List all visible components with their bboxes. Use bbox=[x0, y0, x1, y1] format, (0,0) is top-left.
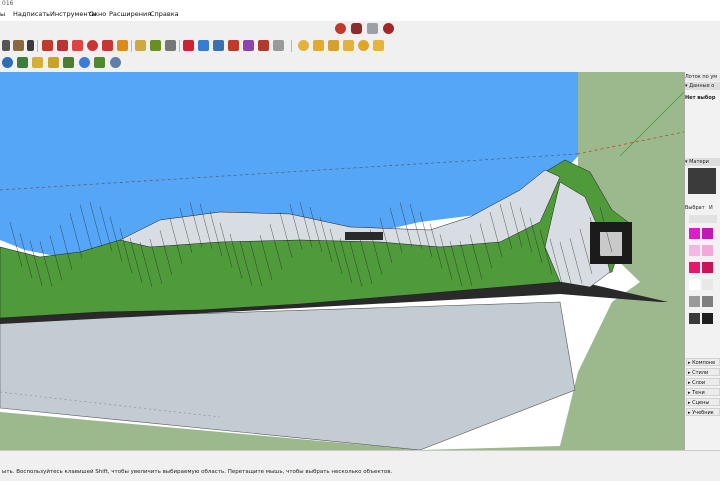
material-swatch[interactable] bbox=[702, 279, 713, 290]
follow-me-icon[interactable] bbox=[87, 40, 98, 51]
rotate-icon[interactable] bbox=[72, 40, 83, 51]
tray-section-5[interactable]: ▸ Сцены bbox=[686, 398, 720, 406]
tray-section-3[interactable]: ▸ Слои bbox=[686, 378, 720, 386]
push-pull-icon[interactable] bbox=[57, 40, 68, 51]
status-text: ыть. Воспользуйтесь клавишей Shift, чтоб… bbox=[2, 469, 393, 475]
tab-edit[interactable]: И bbox=[709, 204, 719, 212]
terrain-icon[interactable] bbox=[17, 57, 28, 68]
default-tray: Лоток по ум ▾ Данные о Нет выбор ▾ Матер… bbox=[684, 72, 720, 450]
materials-label: Матери bbox=[689, 159, 709, 165]
material-swatch[interactable] bbox=[702, 313, 713, 324]
geo-icon[interactable] bbox=[32, 57, 43, 68]
material-preview bbox=[688, 168, 716, 194]
warehouse-icon[interactable] bbox=[243, 40, 254, 51]
separator bbox=[37, 40, 38, 52]
stamp-icon[interactable] bbox=[367, 23, 378, 34]
material-swatch[interactable] bbox=[689, 228, 700, 239]
tray-section-4[interactable]: ▸ Тени bbox=[686, 388, 720, 396]
map-icon[interactable] bbox=[94, 57, 105, 68]
dropdown-icon[interactable] bbox=[27, 40, 34, 51]
menu-item-draw-partial[interactable]: ы bbox=[0, 10, 5, 18]
paint-bucket-icon[interactable] bbox=[13, 40, 24, 51]
layout-icon[interactable] bbox=[273, 40, 284, 51]
tray-section-6[interactable]: ▸ Учебник bbox=[686, 408, 720, 416]
material-nav[interactable] bbox=[689, 215, 717, 223]
text-icon[interactable] bbox=[150, 40, 161, 51]
move-icon[interactable] bbox=[42, 40, 53, 51]
scale-icon[interactable] bbox=[102, 40, 113, 51]
building-window bbox=[600, 232, 622, 256]
material-swatch[interactable] bbox=[702, 296, 713, 307]
zoom-icon[interactable] bbox=[213, 40, 224, 51]
tab-select[interactable]: Выбрать bbox=[685, 204, 705, 212]
sandbox-icon[interactable] bbox=[335, 23, 346, 34]
menu-item-text[interactable]: Надписать bbox=[13, 10, 50, 18]
scene-canvas[interactable] bbox=[0, 72, 684, 450]
separator bbox=[291, 40, 292, 52]
tray-section-2[interactable]: ▸ Стили bbox=[686, 368, 720, 376]
entity-info-text: Нет выбор bbox=[685, 95, 716, 101]
photo-icon[interactable] bbox=[48, 57, 59, 68]
earth-icon[interactable] bbox=[79, 57, 90, 68]
model-viewport[interactable] bbox=[0, 72, 684, 450]
material-swatch[interactable] bbox=[689, 245, 700, 256]
separator bbox=[179, 40, 180, 52]
tray-title: Лоток по ум bbox=[685, 73, 720, 81]
offset-icon[interactable] bbox=[117, 40, 128, 51]
eraser-icon[interactable] bbox=[2, 40, 10, 51]
material-swatch[interactable] bbox=[689, 296, 700, 307]
status-bar: ыть. Воспользуйтесь клавишей Shift, чтоб… bbox=[0, 450, 720, 481]
material-swatch[interactable] bbox=[689, 279, 700, 290]
title-bar: 016 bbox=[0, 0, 720, 9]
globe-icon[interactable] bbox=[2, 57, 13, 68]
menu-item-extensions[interactable]: Расширения bbox=[109, 10, 151, 18]
menu-item-help[interactable]: Справка bbox=[150, 10, 179, 18]
entity-info-label: Данные о bbox=[689, 83, 715, 89]
material-swatch[interactable] bbox=[689, 313, 700, 324]
zoom-extents-icon[interactable] bbox=[228, 40, 239, 51]
preview-icon[interactable] bbox=[110, 57, 121, 68]
separator bbox=[131, 40, 132, 52]
tool-flag-icon[interactable] bbox=[328, 40, 339, 51]
materials-header[interactable]: ▾ Матери bbox=[685, 158, 720, 166]
toolbar-views bbox=[0, 54, 720, 73]
extension-warehouse-icon[interactable] bbox=[258, 40, 269, 51]
tool-bulb-icon[interactable] bbox=[313, 40, 324, 51]
menu-bar: ы Надписать Инструменты Окно Расширения … bbox=[0, 9, 720, 21]
material-swatch[interactable] bbox=[702, 228, 713, 239]
material-swatch[interactable] bbox=[702, 245, 713, 256]
pan-icon[interactable] bbox=[198, 40, 209, 51]
model-info-icon[interactable] bbox=[63, 57, 74, 68]
orbit-icon[interactable] bbox=[183, 40, 194, 51]
drape-icon[interactable] bbox=[383, 23, 394, 34]
toolbar-top bbox=[0, 21, 720, 37]
tool-sun-icon[interactable] bbox=[298, 40, 309, 51]
tape-measure-icon[interactable] bbox=[135, 40, 146, 51]
material-swatch[interactable] bbox=[689, 262, 700, 273]
window-title: 016 bbox=[2, 0, 14, 7]
axes-icon[interactable] bbox=[165, 40, 176, 51]
toolbar-main bbox=[0, 37, 720, 55]
tray-section-1[interactable]: ▸ Компоне bbox=[686, 358, 720, 366]
entity-info-header[interactable]: ▾ Данные о bbox=[685, 82, 720, 90]
tool-arrow-icon[interactable] bbox=[373, 40, 384, 51]
material-swatch[interactable] bbox=[702, 262, 713, 273]
smoove-icon[interactable] bbox=[351, 23, 362, 34]
tool-star-icon[interactable] bbox=[343, 40, 354, 51]
tool-sphere-icon[interactable] bbox=[358, 40, 369, 51]
menu-item-window[interactable]: Окно bbox=[89, 10, 106, 18]
bridge-deck bbox=[345, 232, 383, 240]
